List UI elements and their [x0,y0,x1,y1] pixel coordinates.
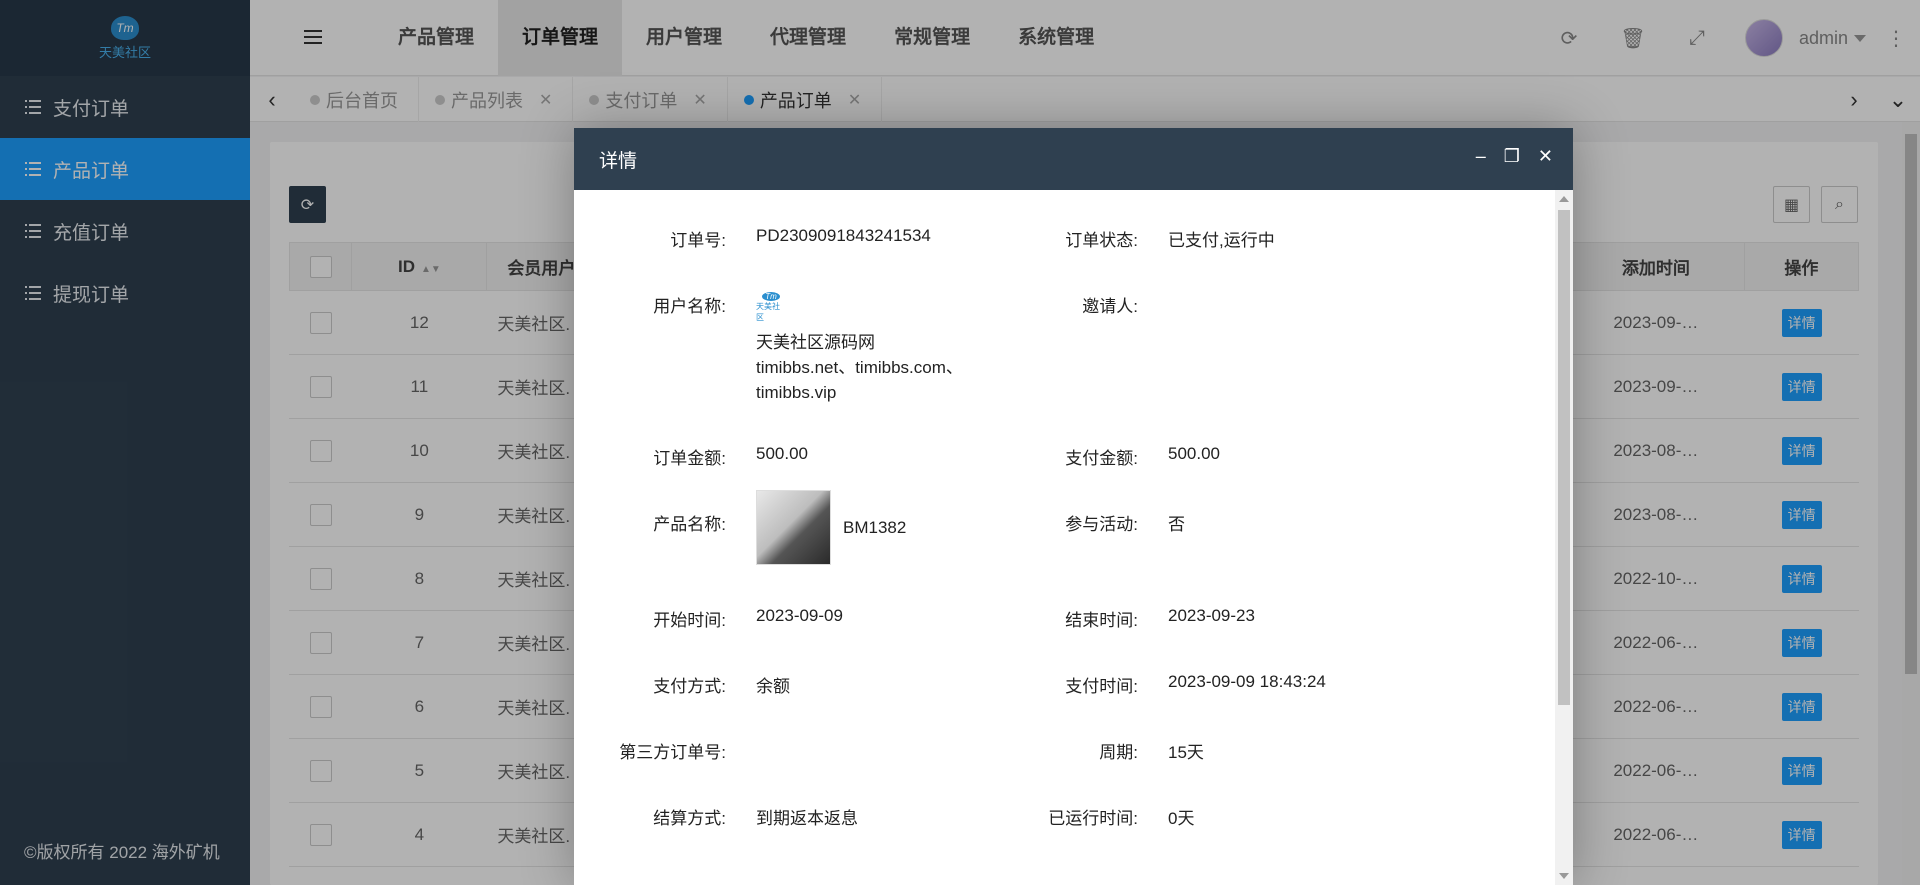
modal-title: 详情 [599,150,638,172]
inviter-label: 邀请人: [1082,297,1138,316]
running-time-value: 0天 [1168,809,1195,828]
order-amount-label: 订单金额: [653,449,726,468]
end-time-label: 结束时间: [1065,611,1138,630]
product-image[interactable] [756,490,831,565]
end-time-value: 2023-09-23 [1168,606,1255,625]
period-value: 15天 [1168,743,1204,762]
pay-amount-value: 500.00 [1168,444,1220,463]
product-name: BM1382 [843,517,907,537]
start-time-label: 开始时间: [653,611,726,630]
user-logo-mark: Tm [762,292,780,301]
user-logo-icon: Tm 天美社区 [756,292,786,322]
scroll-down-icon[interactable] [1559,873,1569,879]
detail-modal: 详情 – ❐ ✕ 订单号: PD2309091843241534 订单状态: 已… [574,128,1573,885]
username-line: timibbs.net、timibbs.com、 [756,358,963,377]
username-value: Tm 天美社区 天美社区源码网 timibbs.net、timibbs.com、… [756,292,963,405]
settle-method-label: 结算方式: [653,809,726,828]
modal-header: 详情 – ❐ ✕ [574,128,1573,190]
third-party-order-label: 第三方订单号: [619,743,726,762]
username-line: 天美社区源码网 [756,333,875,352]
scroll-up-icon[interactable] [1559,196,1569,202]
period-label: 周期: [1099,743,1138,762]
username-line: timibbs.vip [756,383,837,402]
user-logo-text: 天美社区 [756,302,780,322]
minimize-icon[interactable]: – [1476,146,1486,167]
username-label: 用户名称: [653,297,726,316]
product-name-value: BM1382 [756,490,906,565]
settle-method-value: 到期返本返息 [756,809,858,828]
product-name-label: 产品名称: [653,515,726,534]
close-icon[interactable]: ✕ [1538,146,1553,167]
running-time-label: 已运行时间: [1048,809,1138,828]
order-status-label: 订单状态: [1065,231,1138,250]
start-time-value: 2023-09-09 [756,606,843,625]
pay-time-value: 2023-09-09 18:43:24 [1168,672,1326,691]
pay-amount-label: 支付金额: [1065,449,1138,468]
order-amount-value: 500.00 [756,444,808,463]
order-no-label: 订单号: [670,231,726,250]
order-status-value: 已支付,运行中 [1168,231,1275,250]
maximize-icon[interactable]: ❐ [1504,146,1520,167]
activity-label: 参与活动: [1065,515,1138,534]
order-no-value: PD2309091843241534 [756,226,931,245]
modal-body: 订单号: PD2309091843241534 订单状态: 已支付,运行中 用户… [574,190,1555,885]
modal-scrollbar[interactable] [1555,190,1573,885]
activity-value: 否 [1168,515,1185,534]
scrollbar-thumb[interactable] [1558,210,1570,705]
pay-method-label: 支付方式: [653,677,726,696]
pay-method-value: 余额 [756,677,790,696]
pay-time-label: 支付时间: [1065,677,1138,696]
modal-controls: – ❐ ✕ [1476,146,1553,167]
